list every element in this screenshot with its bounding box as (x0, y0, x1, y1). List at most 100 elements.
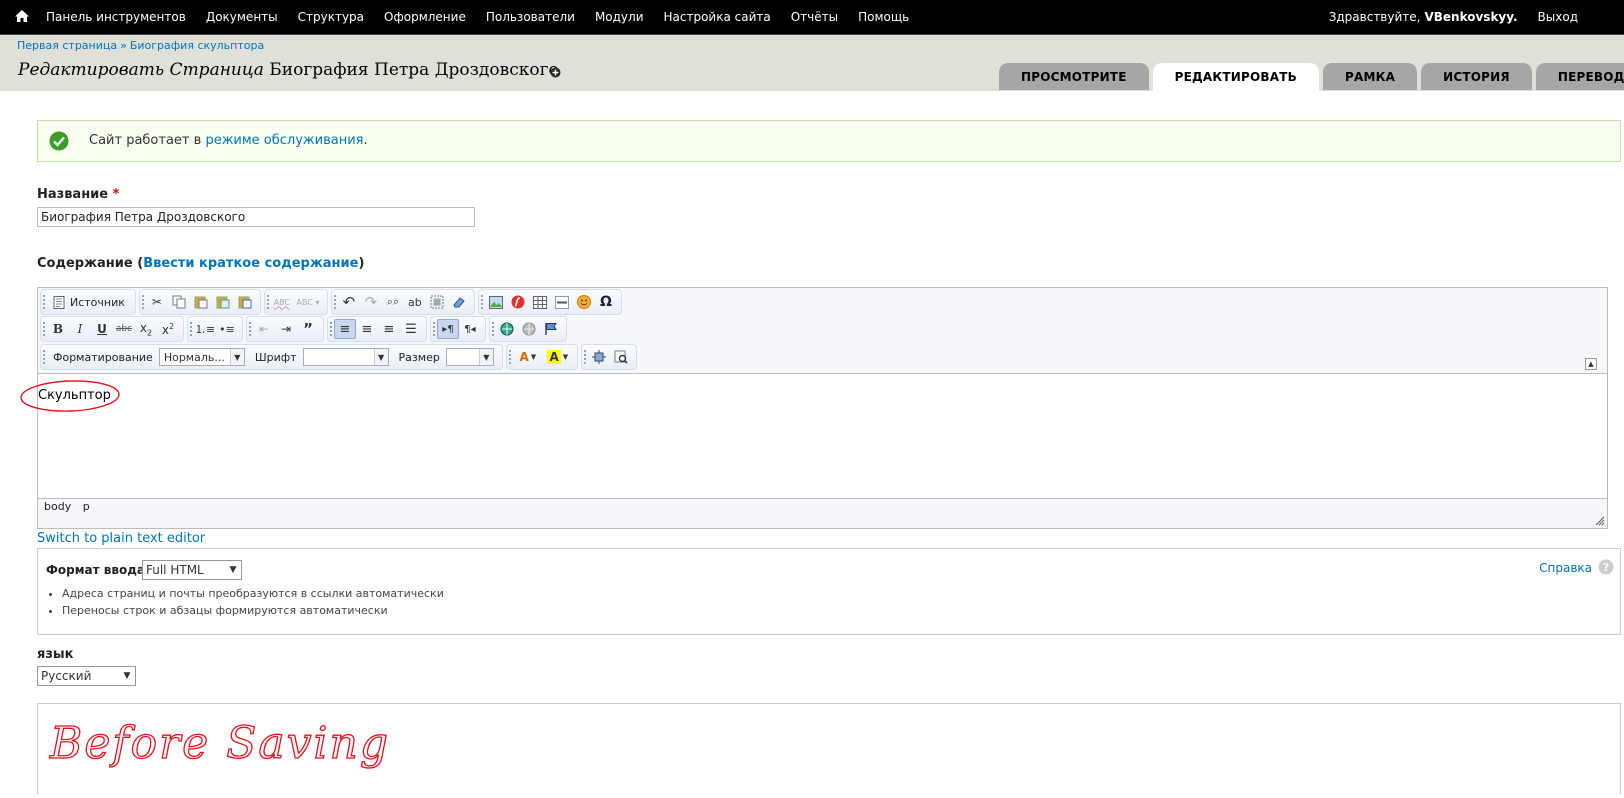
flash-button[interactable] (507, 292, 529, 312)
editor-paragraph[interactable]: Скульптор (38, 388, 111, 403)
title-label-text: Название (37, 187, 109, 202)
toolbar-group-align: ≡ ≡ ≡ ☰ (327, 316, 427, 342)
spellcheck-as-you-type-button[interactable]: ABC ▾ (293, 292, 323, 312)
menu-item-people[interactable]: Пользователи (476, 10, 585, 24)
format-combo[interactable]: Нормаль... ▼ (158, 348, 245, 366)
spellcheck-dropdown-icon: ABC ▾ (296, 297, 320, 307)
italic-button[interactable]: I (69, 319, 91, 339)
toolbar-group-spellcheck: ABC ABC ▾ (263, 289, 328, 315)
align-center-icon: ≡ (361, 321, 373, 337)
redo-button[interactable]: ↷ (360, 292, 382, 312)
numbered-list-button[interactable]: ⒈≡ (194, 319, 216, 339)
italic-icon: I (77, 322, 83, 336)
add-shortcut-icon[interactable] (550, 67, 561, 78)
text-color-button[interactable]: A ▼ (513, 347, 543, 367)
input-format-select[interactable]: Full HTML ▼ (142, 560, 242, 580)
home-icon[interactable] (14, 8, 30, 24)
menu-item-modules[interactable]: Модули (585, 10, 654, 24)
copy-button[interactable] (168, 292, 190, 312)
menu-item-structure[interactable]: Структура (288, 10, 374, 24)
help-link[interactable]: Справка (1539, 561, 1592, 575)
replace-button[interactable]: ab (404, 292, 426, 312)
svg-text:?: ? (1603, 561, 1609, 574)
cut-button[interactable]: ✂ (146, 292, 168, 312)
bold-button[interactable]: B (47, 319, 69, 339)
logout-link[interactable]: Выход (1538, 10, 1578, 24)
menu-item-dashboard[interactable]: Панель инструментов (36, 10, 196, 24)
outdent-button[interactable]: ⇤ (253, 319, 275, 339)
rtl-button[interactable]: ¶◂ (459, 319, 481, 339)
underline-button[interactable]: U (91, 319, 113, 339)
menu-item-configuration[interactable]: Настройка сайта (654, 10, 781, 24)
source-button[interactable]: Источник (47, 292, 131, 312)
align-right-button[interactable]: ≡ (378, 319, 400, 339)
greeting: Здравствуйте, (1328, 10, 1421, 24)
toolbar-group-undo: ↶ ↷ ⌕⌕ ab (330, 289, 475, 315)
link-button[interactable] (496, 319, 518, 339)
image-button[interactable] (485, 292, 507, 312)
smiley-button[interactable] (573, 292, 595, 312)
breadcrumb-home[interactable]: Первая страница (17, 39, 117, 52)
blockquote-button[interactable]: ” (297, 319, 319, 339)
select-all-icon (430, 295, 444, 309)
tab-history[interactable]: История (1421, 63, 1532, 90)
toolbar-group-direction: ▸¶ ¶◂ (430, 316, 486, 342)
horizontal-rule-button[interactable] (551, 292, 573, 312)
admin-menu: Панель инструментов Документы Структура … (36, 0, 919, 34)
editor-toolbar-row-1: Источник ✂ ABC ABC ▾ ↶ ↷ ⌕⌕ ab Ω (40, 289, 625, 315)
ltr-button[interactable]: ▸¶ (437, 319, 459, 339)
resize-handle-icon[interactable] (1595, 516, 1605, 526)
tab-frame[interactable]: Рамка (1322, 63, 1418, 90)
spellcheck-button[interactable]: ABC (271, 292, 293, 312)
align-left-button[interactable]: ≡ (334, 319, 356, 339)
paste-button[interactable] (190, 292, 212, 312)
strike-button[interactable]: abc (113, 319, 135, 339)
omega-icon: Ω (599, 294, 612, 310)
maintenance-mode-link[interactable]: режиме обслуживания (205, 133, 363, 148)
special-char-button[interactable]: Ω (595, 292, 617, 312)
table-button[interactable] (529, 292, 551, 312)
unlink-button[interactable] (518, 319, 540, 339)
tip-item: Адреса страниц и почты преобразуются в с… (62, 587, 444, 600)
paste-text-button[interactable] (212, 292, 234, 312)
menu-item-help[interactable]: Помощь (848, 10, 919, 24)
breadcrumb: Первая страница» Биография скульптора (17, 39, 264, 52)
tab-translate[interactable]: Переводить (1535, 63, 1624, 90)
bg-color-button[interactable]: A ▼ (543, 347, 573, 367)
path-p[interactable]: p (83, 500, 90, 513)
tab-view[interactable]: Просмотрите (999, 63, 1149, 90)
align-center-button[interactable]: ≡ (356, 319, 378, 339)
maximize-button[interactable] (588, 347, 610, 367)
title-input[interactable] (37, 207, 475, 227)
add-summary-link[interactable]: Ввести краткое содержание (143, 256, 358, 271)
menu-item-content[interactable]: Документы (196, 10, 288, 24)
anchor-button[interactable] (540, 319, 562, 339)
indent-button[interactable]: ⇥ (275, 319, 297, 339)
subscript-button[interactable]: x2 (135, 319, 157, 339)
size-combo[interactable]: ▼ (445, 348, 494, 366)
paste-word-button[interactable] (234, 292, 256, 312)
show-blocks-button[interactable] (610, 347, 632, 367)
username-link[interactable]: VBenkovskyy. (1424, 10, 1517, 24)
breadcrumb-parent[interactable]: Биография скульптора (130, 39, 264, 52)
bulleted-list-button[interactable]: •≡ (216, 319, 238, 339)
align-justify-button[interactable]: ☰ (400, 319, 422, 339)
undo-button[interactable]: ↶ (338, 292, 360, 312)
path-body[interactable]: body (44, 500, 71, 513)
font-combo[interactable]: ▼ (302, 348, 389, 366)
menu-item-reports[interactable]: Отчёты (781, 10, 848, 24)
menu-item-appearance[interactable]: Оформление (374, 10, 476, 24)
find-button[interactable]: ⌕⌕ (382, 292, 404, 312)
superscript-button[interactable]: x2 (157, 319, 179, 339)
remove-format-button[interactable] (448, 292, 470, 312)
language-select[interactable]: Русский ▼ (37, 666, 136, 686)
switch-plain-text-link[interactable]: Switch to plain text editor (37, 531, 205, 546)
toolbar-group-insert: Ω (477, 289, 622, 315)
maximize-icon (591, 350, 606, 364)
select-all-button[interactable] (426, 292, 448, 312)
tab-edit[interactable]: Редактировать (1152, 63, 1319, 91)
editor-content-area[interactable]: Скульптор (38, 373, 1607, 499)
chevron-down-icon: ▼ (123, 671, 131, 681)
collapse-toolbar-button[interactable]: ▲ (1585, 358, 1597, 370)
help-icon[interactable]: ? (1598, 559, 1614, 575)
